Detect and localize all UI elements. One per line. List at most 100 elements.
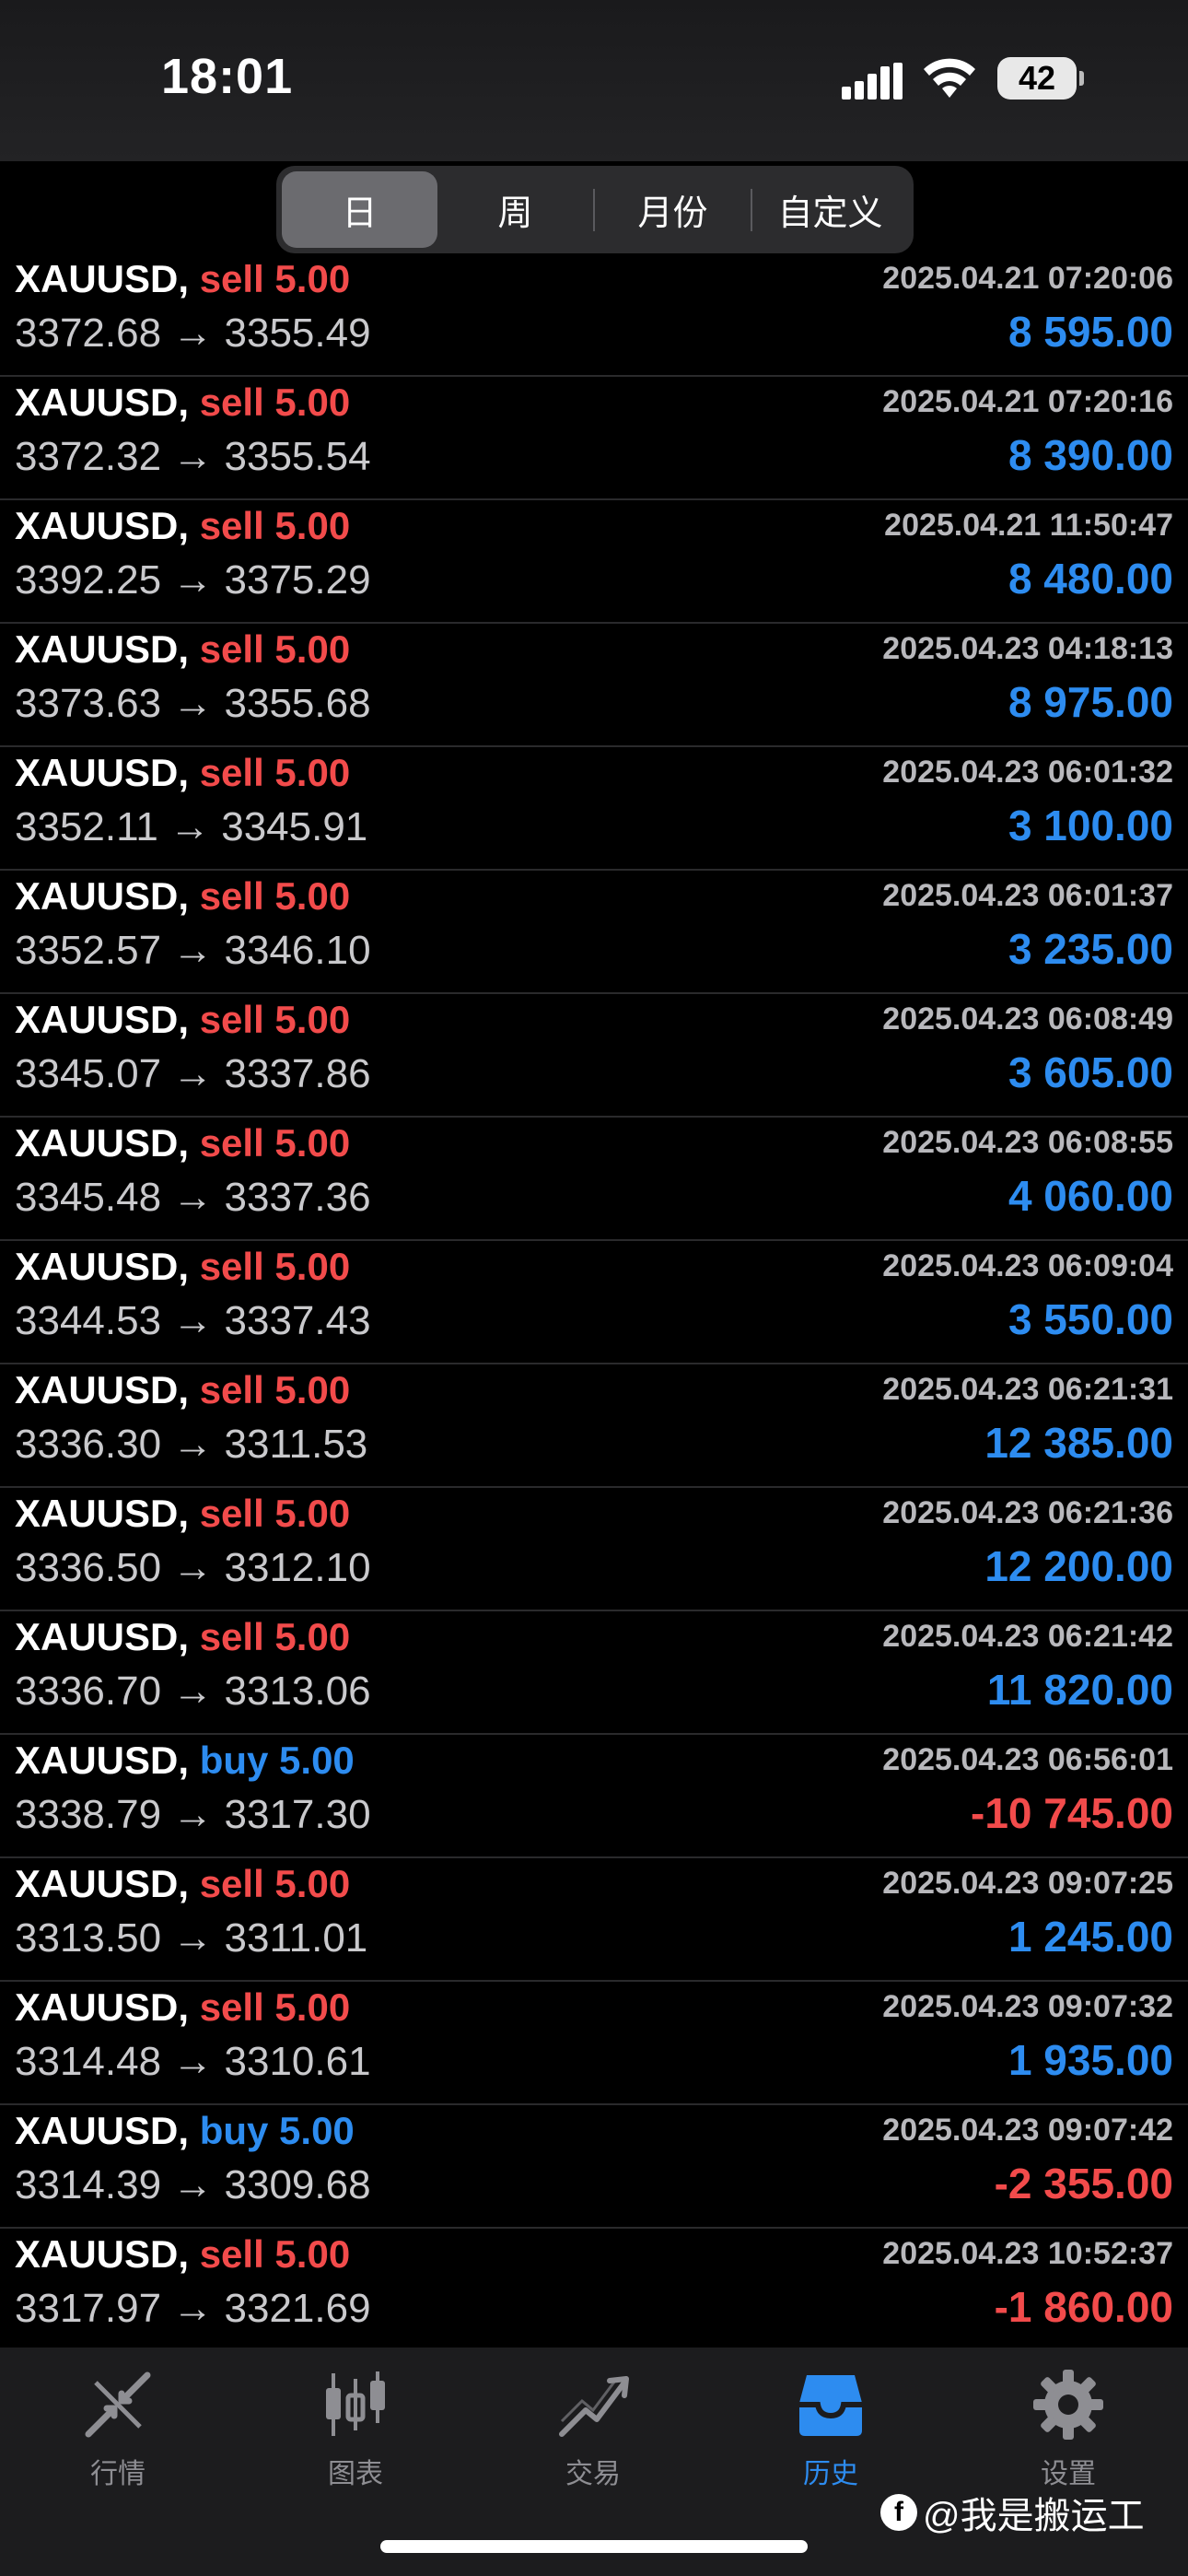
- trade-side: sell 5.00: [199, 1368, 351, 1411]
- trade-time: 2025.04.23 04:18:13: [882, 631, 1173, 666]
- trade-prices: 3313.50 → 3311.01: [15, 1915, 368, 1961]
- trade-symbol: XAUUSD,: [15, 1492, 190, 1535]
- trade-row[interactable]: XAUUSD, sell 5.00 2025.04.23 09:07:25 3313…: [0, 1858, 1188, 1982]
- trade-title: XAUUSD, sell 5.00: [15, 874, 350, 919]
- trade-row[interactable]: XAUUSD, sell 5.00 2025.04.23 06:01:37 3352…: [0, 871, 1188, 994]
- tab-settings[interactable]: 设置: [995, 2366, 1142, 2495]
- trade-row[interactable]: XAUUSD, sell 5.00 2025.04.23 06:08:55 3345…: [0, 1118, 1188, 1241]
- history-inbox-icon: [799, 2375, 862, 2436]
- trade-profit: 8 595.00: [1007, 308, 1173, 356]
- trade-symbol: XAUUSD,: [15, 998, 190, 1041]
- segment-custom[interactable]: 自定义: [752, 171, 908, 248]
- trade-row[interactable]: XAUUSD, sell 5.00 2025.04.21 07:20:06 3372…: [0, 264, 1188, 377]
- trade-symbol: XAUUSD,: [15, 1739, 190, 1782]
- tab-quotes-label: 行情: [90, 2459, 146, 2489]
- trade-row[interactable]: XAUUSD, buy 5.00 2025.04.23 06:56:01 3338.…: [0, 1735, 1188, 1858]
- segment-month[interactable]: 月份: [595, 171, 751, 248]
- trade-title: XAUUSD, sell 5.00: [15, 1985, 350, 2030]
- trade-history-list: XAUUSD, sell 5.00 2025.04.21 07:20:06 3372…: [0, 264, 1188, 2347]
- trade-prices: 3392.25 → 3375.29: [15, 557, 371, 603]
- trade-time: 2025.04.23 09:07:42: [882, 2113, 1173, 2148]
- trade-profit: 8 390.00: [1007, 431, 1173, 479]
- trade-side: sell 5.00: [199, 1862, 351, 1905]
- trade-side: sell 5.00: [199, 1245, 351, 1288]
- trade-symbol: XAUUSD,: [15, 2109, 190, 2152]
- tab-quotes[interactable]: 行情: [44, 2366, 192, 2495]
- trade-profit: 8 975.00: [1007, 678, 1173, 726]
- trade-title: XAUUSD, buy 5.00: [15, 2109, 355, 2153]
- trade-profit: 4 060.00: [1007, 1172, 1173, 1220]
- trade-row[interactable]: XAUUSD, sell 5.00 2025.04.21 11:50:47 3392…: [0, 500, 1188, 624]
- trade-row[interactable]: XAUUSD, sell 5.00 2025.04.23 06:08:49 3345…: [0, 994, 1188, 1118]
- trade-side: sell 5.00: [199, 264, 351, 300]
- tab-history-label: 历史: [803, 2459, 858, 2489]
- trade-time: 2025.04.23 06:09:04: [882, 1248, 1173, 1283]
- home-indicator: [380, 2540, 808, 2553]
- trade-title: XAUUSD, buy 5.00: [15, 1739, 355, 1783]
- trade-prices: 3314.39 → 3309.68: [15, 2162, 371, 2207]
- trade-symbol: XAUUSD,: [15, 1245, 190, 1288]
- tab-trade-label: 交易: [565, 2459, 621, 2489]
- cellular-signal-icon: [842, 63, 903, 100]
- period-segmented-control: 日 周 月份 自定义: [276, 166, 914, 253]
- trade-prices: 3345.48 → 3337.36: [15, 1175, 371, 1220]
- trade-row[interactable]: XAUUSD, sell 5.00 2025.04.23 06:21:36 3336…: [0, 1488, 1188, 1611]
- trade-row[interactable]: XAUUSD, sell 5.00 2025.04.23 09:07:32 3314…: [0, 1982, 1188, 2105]
- trade-side: sell 5.00: [199, 998, 351, 1041]
- trade-profit: 3 605.00: [1007, 1048, 1173, 1096]
- trade-title: XAUUSD, sell 5.00: [15, 627, 350, 672]
- trade-time: 2025.04.21 11:50:47: [884, 508, 1173, 543]
- tab-history[interactable]: 历史: [757, 2366, 904, 2495]
- trade-prices: 3345.07 → 3337.86: [15, 1051, 371, 1096]
- trade-row[interactable]: XAUUSD, buy 5.00 2025.04.23 09:07:42 3314.…: [0, 2105, 1188, 2229]
- trade-symbol: XAUUSD,: [15, 1121, 190, 1165]
- trade-row[interactable]: XAUUSD, sell 5.00 2025.04.23 06:09:04 3344…: [0, 1241, 1188, 1364]
- trade-prices: 3336.70 → 3313.06: [15, 1669, 371, 1714]
- trade-row[interactable]: XAUUSD, sell 5.00 2025.04.21 07:20:16 3372…: [0, 377, 1188, 500]
- trade-symbol: XAUUSD,: [15, 751, 190, 794]
- status-time: 18:01: [161, 49, 294, 104]
- trade-symbol: XAUUSD,: [15, 264, 190, 300]
- trade-row[interactable]: XAUUSD, sell 5.00 2025.04.23 10:52:37 3317…: [0, 2229, 1188, 2347]
- trade-side: buy 5.00: [199, 2109, 355, 2152]
- trade-time: 2025.04.23 06:08:49: [882, 1001, 1173, 1036]
- trade-profit: 1 245.00: [1007, 1913, 1173, 1961]
- segment-week[interactable]: 周: [437, 171, 593, 248]
- trade-time: 2025.04.23 06:01:32: [882, 755, 1173, 790]
- trade-symbol: XAUUSD,: [15, 381, 190, 424]
- trade-side: sell 5.00: [199, 1121, 351, 1165]
- trade-prices: 3336.50 → 3312.10: [15, 1545, 371, 1590]
- status-bar: 18:01 42: [0, 0, 1188, 161]
- trade-title: XAUUSD, sell 5.00: [15, 504, 350, 548]
- trade-row[interactable]: XAUUSD, sell 5.00 2025.04.23 04:18:13 3373…: [0, 624, 1188, 747]
- trade-time: 2025.04.23 06:21:31: [882, 1372, 1173, 1407]
- segment-day[interactable]: 日: [282, 171, 437, 248]
- watermark-text: @我是搬运工: [923, 2496, 1145, 2536]
- trade-row[interactable]: XAUUSD, sell 5.00 2025.04.23 06:21:42 3336…: [0, 1611, 1188, 1735]
- trade-side: buy 5.00: [199, 1739, 355, 1782]
- watermark: f @我是搬运工: [880, 2486, 1145, 2539]
- trade-time: 2025.04.23 09:07:25: [882, 1866, 1173, 1901]
- wifi-icon: [924, 58, 975, 98]
- trade-time: 2025.04.23 06:21:42: [882, 1619, 1173, 1654]
- trade-row[interactable]: XAUUSD, sell 5.00 2025.04.23 06:21:31 3336…: [0, 1364, 1188, 1488]
- trade-symbol: XAUUSD,: [15, 504, 190, 547]
- trade-time: 2025.04.23 10:52:37: [882, 2236, 1173, 2271]
- trade-profit: -2 355.00: [994, 2160, 1173, 2207]
- trade-prices: 3336.30 → 3311.53: [15, 1422, 368, 1467]
- trade-prices: 3338.79 → 3317.30: [15, 1792, 371, 1837]
- trade-symbol: XAUUSD,: [15, 1615, 190, 1658]
- trade-profit: 3 550.00: [1007, 1295, 1173, 1343]
- trade-row[interactable]: XAUUSD, sell 5.00 2025.04.23 06:01:32 3352…: [0, 747, 1188, 871]
- tab-charts[interactable]: 图表: [282, 2366, 429, 2495]
- trade-prices: 3352.57 → 3346.10: [15, 928, 371, 973]
- trade-time: 2025.04.21 07:20:06: [882, 264, 1173, 296]
- tab-trade[interactable]: 交易: [519, 2366, 667, 2495]
- trade-title: XAUUSD, sell 5.00: [15, 1121, 350, 1165]
- trade-profit: 3 235.00: [1007, 925, 1173, 973]
- trade-profit: 1 935.00: [1007, 2036, 1173, 2084]
- trade-side: sell 5.00: [199, 2232, 351, 2276]
- trade-title: XAUUSD, sell 5.00: [15, 1615, 350, 1659]
- trade-prices: 3373.63 → 3355.68: [15, 681, 371, 726]
- trade-side: sell 5.00: [199, 751, 351, 794]
